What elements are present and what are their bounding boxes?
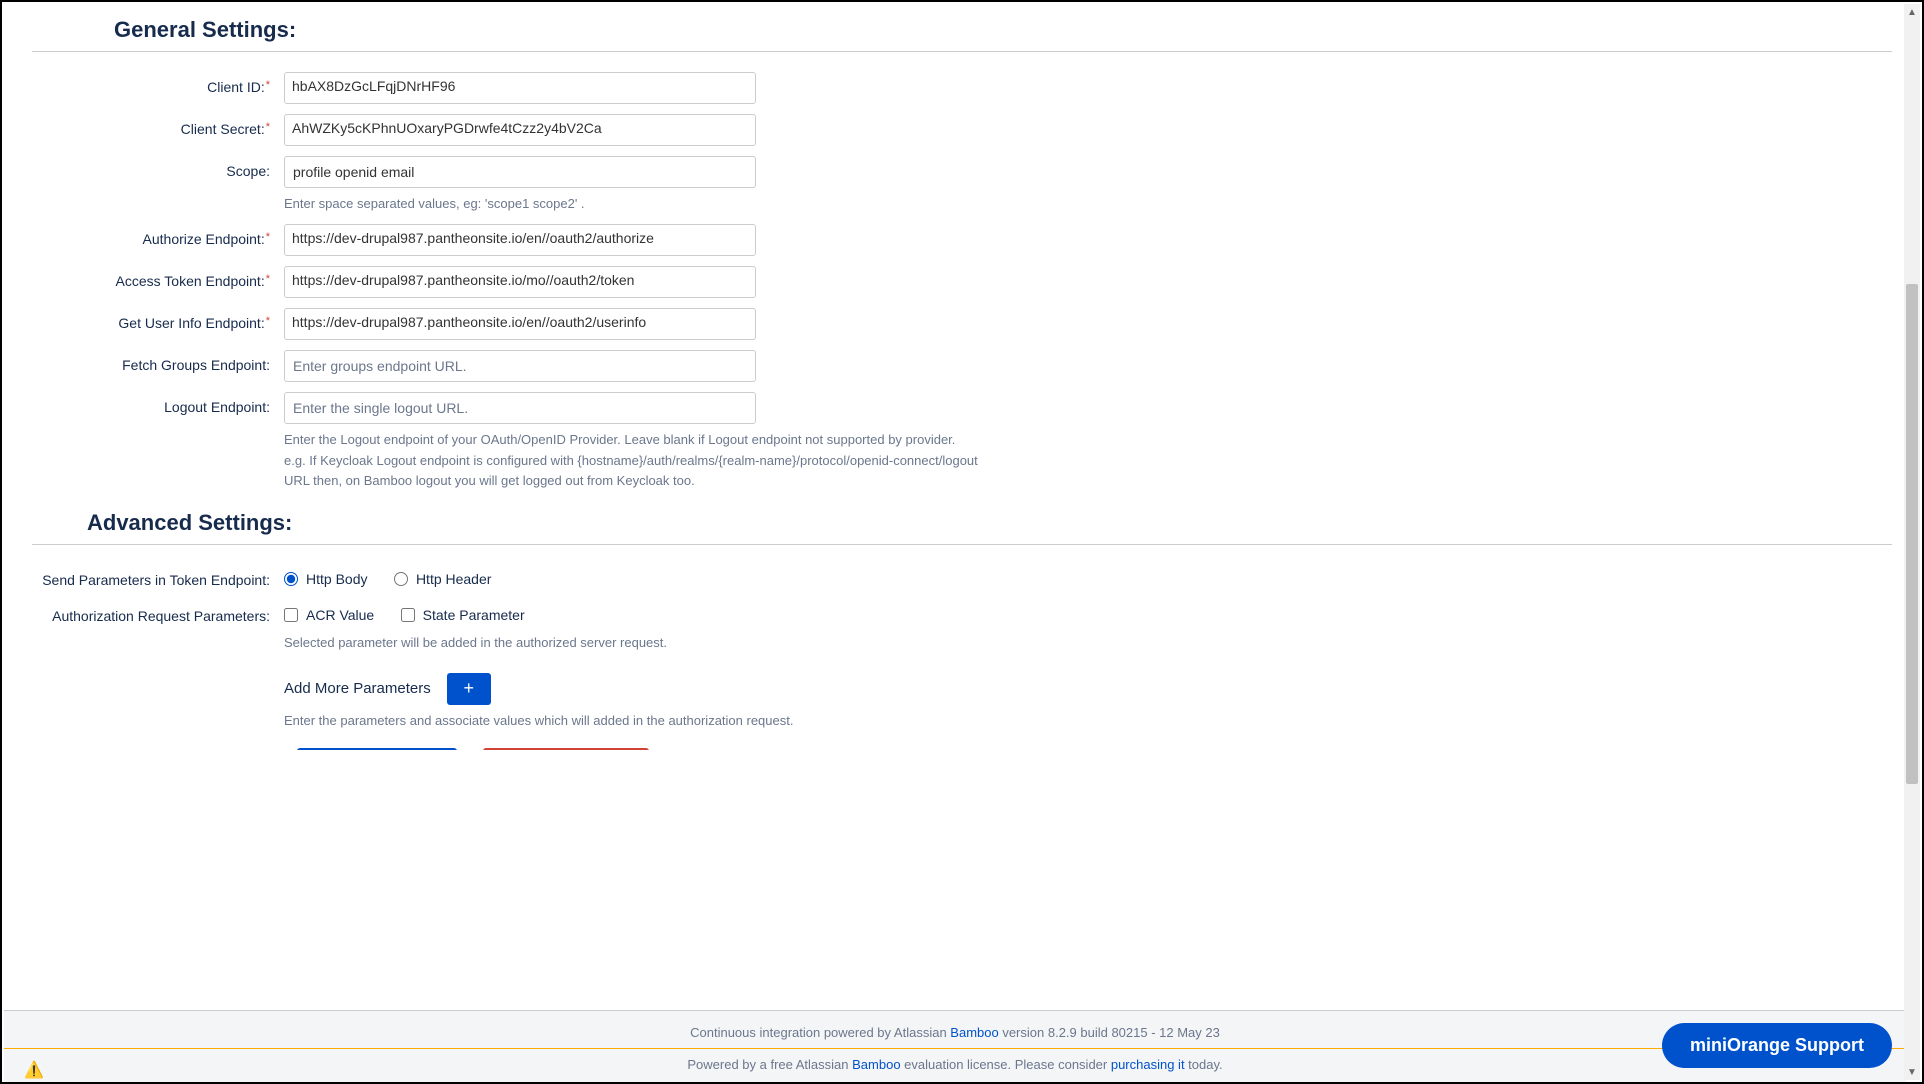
form-row: Scope: Enter space separated values, eg:… [32,156,1892,214]
acr-value-checkbox-input[interactable] [284,608,298,622]
add-more-params-label: Add More Parameters [284,680,431,697]
bamboo-link[interactable]: Bamboo [950,1025,998,1040]
bamboo-link-2[interactable]: Bamboo [852,1057,900,1072]
form-row: Fetch Groups Endpoint: [32,350,1892,382]
form-row: Get User Info Endpoint: https://dev-drup… [32,308,1892,340]
userinfo-endpoint-input[interactable] [284,308,756,340]
http-header-radio-input[interactable] [394,572,408,586]
purchasing-link[interactable]: purchasing it [1111,1057,1185,1072]
logout-endpoint-input[interactable] [284,392,756,424]
authorize-endpoint-input[interactable] [284,224,756,256]
access-token-endpoint-label: Access Token Endpoint: [32,266,284,289]
fetch-groups-label: Fetch Groups Endpoint: [32,350,284,373]
scroll-down-icon[interactable]: ▼ [1904,1064,1920,1080]
state-param-checkbox[interactable]: State Parameter [401,607,525,623]
http-header-radio[interactable]: Http Header [394,571,491,587]
form-row: Client ID: hbAX8DzGcLFqjDNrHF96 [32,72,1892,104]
form-row: Send Parameters in Token Endpoint: Http … [32,565,1892,591]
warning-icon: ⚠️ [24,1060,44,1080]
http-body-radio-input[interactable] [284,572,298,586]
userinfo-endpoint-label: Get User Info Endpoint: [32,308,284,331]
divider [32,544,1892,545]
access-token-endpoint-input[interactable] [284,266,756,298]
client-id-label: Client ID: [32,72,284,95]
add-more-helper: Enter the parameters and associate value… [284,711,984,731]
auth-req-params-label: Authorization Request Parameters: [32,601,284,624]
scope-helper: Enter space separated values, eg: 'scope… [284,194,984,214]
http-body-radio[interactable]: Http Body [284,571,367,587]
scope-label: Scope: [32,156,284,179]
form-row: Access Token Endpoint: https://dev-drupa… [32,266,1892,298]
form-row: Authorization Request Parameters: ACR Va… [32,601,1892,730]
test-configuration-button[interactable]: Test Configuration [483,748,649,750]
advanced-settings-title: Advanced Settings: [87,510,1892,536]
client-secret-input[interactable] [284,114,756,146]
client-id-input[interactable] [284,72,756,104]
client-secret-label: Client Secret: [32,114,284,137]
scope-input[interactable] [284,156,756,188]
scrollbar-thumb[interactable] [1906,284,1918,784]
fetch-groups-input[interactable] [284,350,756,382]
authorize-endpoint-label: Authorize Endpoint: [32,224,284,247]
scrollbar[interactable]: ▲ ▼ [1904,4,1920,1080]
logout-helper-1: Enter the Logout endpoint of your OAuth/… [284,430,984,450]
logout-helper-2: e.g. If Keycloak Logout endpoint is conf… [284,451,984,490]
footer: Continuous integration powered by Atlass… [4,1010,1906,1082]
divider [32,51,1892,52]
send-params-label: Send Parameters in Token Endpoint: [32,565,284,588]
miniorange-support-button[interactable]: miniOrange Support [1662,1023,1892,1068]
form-row: Authorize Endpoint: https://dev-drupal98… [32,224,1892,256]
button-row: Save Test Configuration [297,748,1892,750]
general-settings-title: General Settings: [114,17,1892,43]
add-param-button[interactable]: + [447,673,491,705]
save-button[interactable]: Save [297,748,457,750]
state-param-checkbox-input[interactable] [401,608,415,622]
form-row: Client Secret: AhWZKy5cKPhnUOxaryPGDrwfe… [32,114,1892,146]
divider [4,1048,1906,1049]
auth-req-helper: Selected parameter will be added in the … [284,633,984,653]
form-row: Logout Endpoint: Enter the Logout endpoi… [32,392,1892,491]
logout-endpoint-label: Logout Endpoint: [32,392,284,415]
acr-value-checkbox[interactable]: ACR Value [284,607,374,623]
scroll-up-icon[interactable]: ▲ [1904,4,1920,20]
main-content: General Settings: Client ID: hbAX8DzGcLF… [2,2,1922,750]
